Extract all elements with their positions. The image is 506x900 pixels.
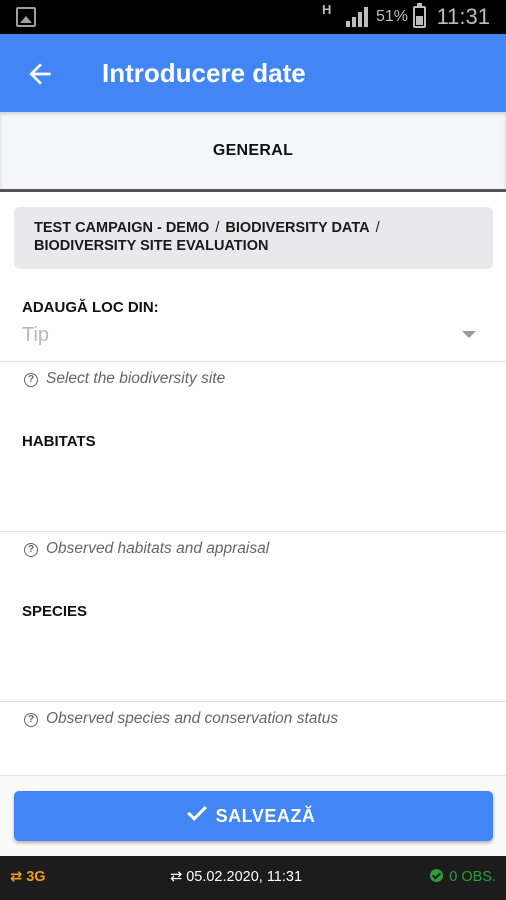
help-icon: ? xyxy=(24,713,38,727)
habitats-field-label: HABITATS xyxy=(22,433,96,450)
check-icon xyxy=(186,801,207,821)
breadcrumb-item: TEST CAMPAIGN - DEMO xyxy=(34,220,210,236)
connection-type: 3G xyxy=(26,869,46,885)
breadcrumb-separator: / xyxy=(215,220,220,236)
sync-time: 05.02.2020, 11:31 xyxy=(186,869,303,885)
breadcrumb-separator: / xyxy=(375,220,380,236)
status-clock: 11:31 xyxy=(436,4,490,29)
image-icon xyxy=(16,7,36,27)
site-hint: ? Select the biodiversity site xyxy=(24,370,225,388)
page-title: Introducere date xyxy=(102,58,306,88)
site-hint-text: Select the biodiversity site xyxy=(46,370,226,387)
observations-label: 0 OBS. xyxy=(449,869,496,885)
bottom-status-bar: ⇄ 3G ⇄ 05.02.2020, 11:31 0 OBS. xyxy=(0,856,506,900)
help-icon: ? xyxy=(24,543,38,557)
status-bar: H 51% 11:31 xyxy=(0,0,506,34)
help-icon: ? xyxy=(24,373,38,387)
breadcrumb-item: BIODIVERSITY SITE EVALUATION xyxy=(34,238,269,254)
save-button[interactable]: SALVEAZĂ xyxy=(14,791,493,841)
divider xyxy=(0,531,506,532)
site-select-placeholder: Tip xyxy=(22,324,50,346)
habitats-hint: ? Observed habitats and appraisal xyxy=(24,540,269,558)
network-type-indicator: H xyxy=(322,2,332,17)
app-bar: Introducere date xyxy=(0,34,506,112)
sync-status[interactable]: ⇄ 05.02.2020, 11:31 xyxy=(170,869,302,885)
breadcrumb: TEST CAMPAIGN - DEMO / BIODIVERSITY DATA / B… xyxy=(14,207,493,269)
divider xyxy=(0,361,506,362)
battery-icon xyxy=(413,3,426,28)
arrow-back-icon[interactable] xyxy=(24,58,56,90)
battery-percent: 51% xyxy=(376,8,409,25)
species-hint: ? Observed species and conservation statu… xyxy=(24,710,338,728)
observations-count[interactable]: 0 OBS. xyxy=(430,869,496,885)
site-field-label: ADAUGĂ LOC DIN: xyxy=(22,299,159,316)
species-field-label: SPECIES xyxy=(22,603,88,620)
habitats-hint-text: Observed habitats and appraisal xyxy=(46,540,270,557)
breadcrumb-item: BIODIVERSITY DATA xyxy=(225,220,370,236)
dropdown-arrow-icon[interactable] xyxy=(462,331,476,338)
tab-bar: GENERAL xyxy=(0,112,506,192)
divider xyxy=(0,701,506,702)
save-button-label: SALVEAZĂ xyxy=(215,806,316,826)
connection-status: ⇄ 3G xyxy=(10,869,46,885)
tab-general[interactable]: GENERAL xyxy=(0,142,506,160)
check-circle-icon xyxy=(430,869,444,882)
species-hint-text: Observed species and conservation status xyxy=(46,710,339,727)
signal-icon xyxy=(346,7,368,27)
